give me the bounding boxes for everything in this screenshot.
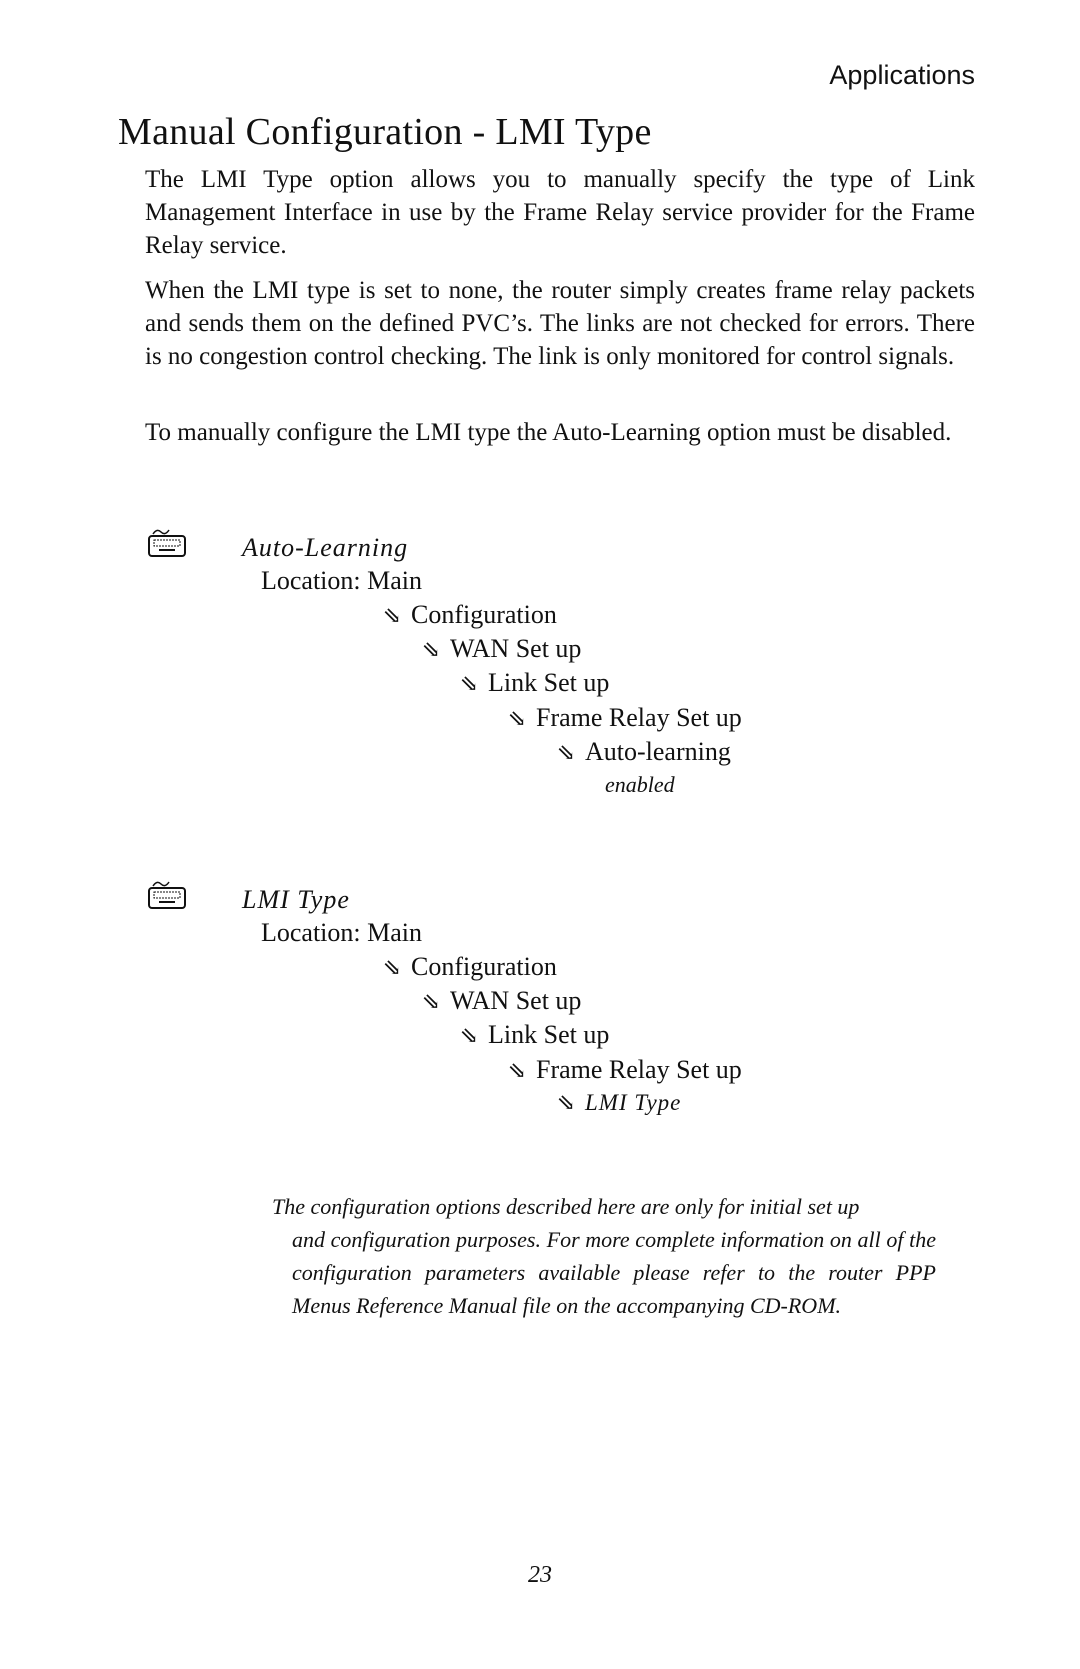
auto-learning-note-paragraph: To manually configure the LMI type the A…: [145, 419, 952, 446]
running-header: Applications: [829, 60, 975, 90]
lmi-none-paragraph: When the LMI type is set to none, the ro…: [145, 277, 975, 370]
path-step: ⇘ WAN Set up: [422, 986, 582, 1015]
arrow-icon: ⇘: [460, 671, 479, 696]
path-step: ⇘ Frame Relay Set up: [508, 703, 742, 732]
path-step: ⇘ Configuration: [383, 600, 557, 629]
arrow-icon: ⇘: [557, 740, 576, 765]
keyboard-icon: [148, 881, 186, 909]
setting-value: enabled: [605, 772, 675, 797]
path-step: ⇘ Frame Relay Set up: [508, 1055, 742, 1084]
section-title: Auto-Learning: [242, 533, 409, 562]
keyboard-icon: [148, 529, 186, 557]
arrow-icon: ⇘: [460, 1023, 479, 1048]
path-step: ⇘ Auto-learning: [557, 737, 731, 766]
intro-paragraph: The LMI Type option allows you to manual…: [145, 166, 975, 259]
arrow-icon: ⇘: [383, 955, 402, 980]
location-label: Location: Main: [261, 918, 423, 947]
location-label: Location: Main: [261, 566, 423, 595]
section-title: LMI Type: [242, 885, 350, 914]
path-step: ⇘ Link Set up: [460, 668, 610, 697]
reference-note: The configuration options described here…: [272, 1194, 936, 1318]
path-step: ⇘ Link Set up: [460, 1020, 610, 1049]
path-step: ⇘ WAN Set up: [422, 634, 582, 663]
arrow-icon: ⇘: [422, 637, 441, 662]
arrow-icon: ⇘: [508, 1058, 527, 1083]
page-title: Manual Configuration - LMI Type: [118, 111, 652, 153]
page-number: 23: [528, 1562, 552, 1588]
arrow-icon: ⇘: [508, 706, 527, 731]
path-step: ⇘ LMI Type: [557, 1090, 682, 1115]
arrow-icon: ⇘: [557, 1090, 577, 1115]
path-step: ⇘ Configuration: [383, 952, 557, 981]
arrow-icon: ⇘: [422, 989, 441, 1014]
arrow-icon: ⇘: [383, 603, 402, 628]
